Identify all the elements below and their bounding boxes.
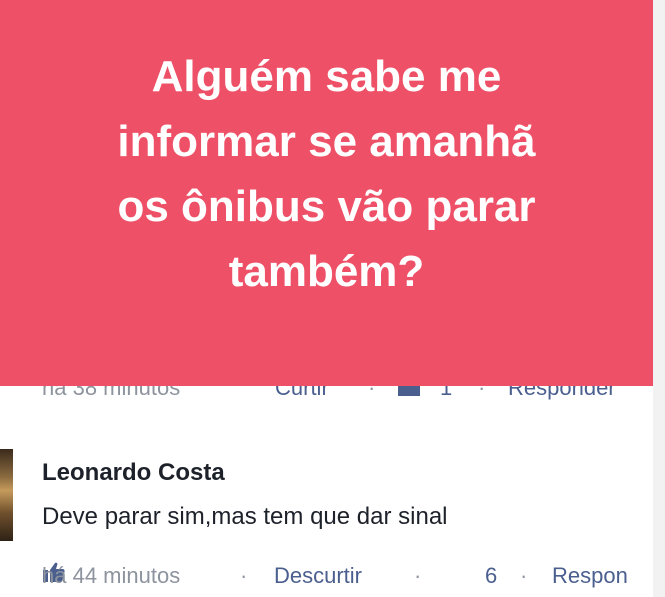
post-question: Alguém sabe me informar se amanhã os ôni… (117, 52, 536, 296)
previous-comment-meta: há 38 minutos Curtir · 1 · Responder (0, 386, 653, 402)
comment-author[interactable]: Leonardo Costa (42, 458, 225, 488)
separator-dot: · (520, 563, 528, 588)
separator-dot: · (368, 386, 376, 400)
comment-text: Deve parar sim,mas tem que dar sinal (42, 503, 448, 530)
comment-meta: há 44 minutos · Descurtir · 6 · Respon (42, 560, 653, 592)
separator-dot: · (414, 563, 422, 588)
separator-dot: · (240, 563, 248, 588)
unlike-link[interactable]: Descurtir (274, 560, 362, 592)
avatar[interactable] (0, 449, 13, 541)
like-count[interactable]: 6 (485, 560, 497, 592)
thumbs-up-icon (398, 386, 420, 396)
right-edge-strip (653, 0, 665, 597)
previous-comment-like-count: 1 (440, 386, 453, 400)
post-card: Alguém sabe me informar se amanhã os ôni… (0, 0, 653, 386)
previous-comment-reply-link[interactable]: Responder (508, 386, 616, 402)
comment-time[interactable]: há 44 minutos (42, 560, 180, 592)
previous-comment-time: há 38 minutos (42, 386, 181, 400)
separator-dot: · (478, 386, 486, 400)
reply-link[interactable]: Respon (552, 560, 628, 592)
previous-comment-like-link[interactable]: Curtir (275, 386, 329, 402)
